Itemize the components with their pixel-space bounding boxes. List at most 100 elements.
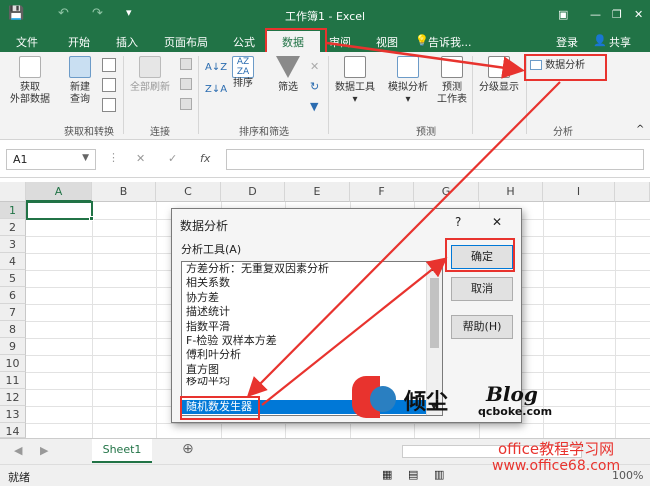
- column-header[interactable]: H: [479, 182, 543, 202]
- list-item[interactable]: 方差分析：无重复双因素分析: [182, 262, 442, 276]
- name-box[interactable]: A1 ▼: [6, 149, 96, 170]
- column-header[interactable]: B: [92, 182, 156, 202]
- filter-button[interactable]: 筛选: [270, 56, 306, 94]
- column-header[interactable]: F: [350, 182, 414, 202]
- dialog-title: 数据分析: [180, 219, 229, 233]
- row-header[interactable]: 12: [0, 389, 26, 406]
- column-header[interactable]: C: [156, 182, 221, 202]
- row-header[interactable]: 6: [0, 287, 26, 304]
- tab-file[interactable]: 文件: [16, 34, 38, 50]
- sheet-tab-sheet1[interactable]: Sheet1: [92, 439, 152, 463]
- sort-button[interactable]: AZ ZA 排序: [226, 56, 260, 90]
- data-tools-button[interactable]: 数据工具 ▾: [332, 56, 378, 106]
- analysis-tools-label: 分析工具(A): [181, 243, 242, 256]
- page-layout-view-icon[interactable]: ▤: [408, 468, 418, 481]
- sign-in-link[interactable]: 登录: [556, 34, 578, 50]
- tell-me-search[interactable]: 告诉我...: [428, 34, 472, 50]
- scroll-up-icon[interactable]: ▲: [431, 263, 437, 272]
- column-header[interactable]: G: [414, 182, 479, 202]
- normal-view-icon[interactable]: ▦: [382, 468, 392, 481]
- recent-sources-icon[interactable]: [102, 98, 116, 112]
- advanced-filter-icon[interactable]: ▼: [310, 100, 318, 113]
- tab-review[interactable]: 审阅: [329, 34, 351, 50]
- row-header[interactable]: 11: [0, 372, 26, 389]
- cancel-button[interactable]: 取消: [451, 277, 513, 301]
- collapse-ribbon-icon[interactable]: ^: [636, 124, 644, 135]
- scroll-thumb[interactable]: [430, 278, 439, 348]
- outline-button[interactable]: 分级显示: [475, 56, 523, 94]
- refresh-all-button[interactable]: 全部刷新: [126, 56, 174, 94]
- ribbon-display-options-icon[interactable]: ▣: [558, 8, 568, 21]
- row-header[interactable]: 14: [0, 423, 26, 438]
- list-item[interactable]: 协方差: [182, 291, 442, 305]
- list-item[interactable]: 相关系数: [182, 276, 442, 290]
- properties-icon[interactable]: [180, 78, 192, 90]
- column-header[interactable]: D: [221, 182, 285, 202]
- list-item[interactable]: 描述统计: [182, 305, 442, 319]
- restore-icon[interactable]: ❐: [612, 8, 622, 21]
- forecast-sheet-button[interactable]: 预测 工作表: [434, 56, 470, 106]
- clear-filter-icon[interactable]: ✕: [310, 60, 319, 73]
- list-item[interactable]: 指数平滑: [182, 320, 442, 334]
- row-header[interactable]: 1: [0, 202, 26, 219]
- show-queries-icon[interactable]: [102, 58, 116, 72]
- help-button[interactable]: 帮助(H): [451, 315, 513, 339]
- share-button[interactable]: 共享: [609, 34, 631, 50]
- row-header[interactable]: 4: [0, 253, 26, 270]
- list-item[interactable]: 直方图: [182, 363, 442, 377]
- name-box-dropdown-icon[interactable]: ▼: [82, 153, 89, 163]
- edit-links-icon[interactable]: [180, 98, 192, 110]
- what-if-analysis-button[interactable]: 模拟分析 ▾: [384, 56, 432, 106]
- table-query-icon: [69, 56, 91, 78]
- tab-formulas[interactable]: 公式: [233, 34, 255, 50]
- sort-descending-icon[interactable]: Z↓A: [205, 84, 227, 95]
- get-external-data-button[interactable]: 获取 外部数据: [4, 56, 56, 106]
- qc-logo: [352, 376, 402, 420]
- list-item[interactable]: 移动平均: [182, 377, 442, 387]
- data-tools-icon: [344, 56, 366, 78]
- new-query-button[interactable]: 新建 查询: [60, 56, 100, 106]
- column-header[interactable]: E: [285, 182, 350, 202]
- list-item[interactable]: 傅利叶分析: [182, 348, 442, 362]
- help-icon[interactable]: ?: [455, 215, 461, 229]
- connections-icon[interactable]: [180, 58, 192, 70]
- list-item[interactable]: F-检验 双样本方差: [182, 334, 442, 348]
- fill-handle[interactable]: [89, 216, 94, 221]
- minimize-icon[interactable]: —: [590, 8, 601, 21]
- tab-insert[interactable]: 插入: [116, 34, 138, 50]
- active-cell-a1[interactable]: [26, 201, 93, 220]
- column-header[interactable]: I: [543, 182, 615, 202]
- cancel-entry-icon[interactable]: ✕: [136, 152, 145, 165]
- insert-function-icon[interactable]: fx: [200, 152, 210, 165]
- row-header[interactable]: 7: [0, 304, 26, 321]
- row-header[interactable]: 10: [0, 355, 26, 372]
- reapply-icon[interactable]: ↻: [310, 80, 319, 93]
- save-icon[interactable]: 💾: [8, 6, 24, 21]
- row-header[interactable]: 3: [0, 236, 26, 253]
- row-header[interactable]: 2: [0, 219, 26, 236]
- column-header[interactable]: A: [26, 182, 92, 202]
- close-icon[interactable]: ✕: [634, 8, 643, 21]
- redo-icon[interactable]: ↷: [92, 6, 103, 21]
- watermark-brand: 倾尘: [404, 389, 449, 415]
- sort-ascending-icon[interactable]: A↓Z: [205, 62, 227, 73]
- formula-input[interactable]: [226, 149, 644, 170]
- tab-page-layout[interactable]: 页面布局: [164, 34, 208, 50]
- row-header[interactable]: 5: [0, 270, 26, 287]
- select-all-corner[interactable]: [0, 182, 26, 202]
- row-header[interactable]: 8: [0, 321, 26, 338]
- what-if-icon: [397, 56, 419, 78]
- tab-home[interactable]: 开始: [68, 34, 90, 50]
- from-table-icon[interactable]: [102, 78, 116, 92]
- enter-check-icon[interactable]: ✓: [168, 152, 177, 165]
- row-header[interactable]: 13: [0, 406, 26, 423]
- new-sheet-icon[interactable]: ⊕: [182, 441, 194, 457]
- undo-icon[interactable]: ↶: [58, 6, 69, 21]
- close-icon[interactable]: ✕: [492, 215, 502, 229]
- customize-quick-access-icon[interactable]: ▾: [126, 6, 132, 19]
- next-sheet-icon[interactable]: ▶: [40, 444, 48, 457]
- row-header[interactable]: 9: [0, 338, 26, 355]
- previous-sheet-icon[interactable]: ◀: [14, 444, 22, 457]
- tab-view[interactable]: 视图: [376, 34, 398, 50]
- page-break-view-icon[interactable]: ▥: [434, 468, 444, 481]
